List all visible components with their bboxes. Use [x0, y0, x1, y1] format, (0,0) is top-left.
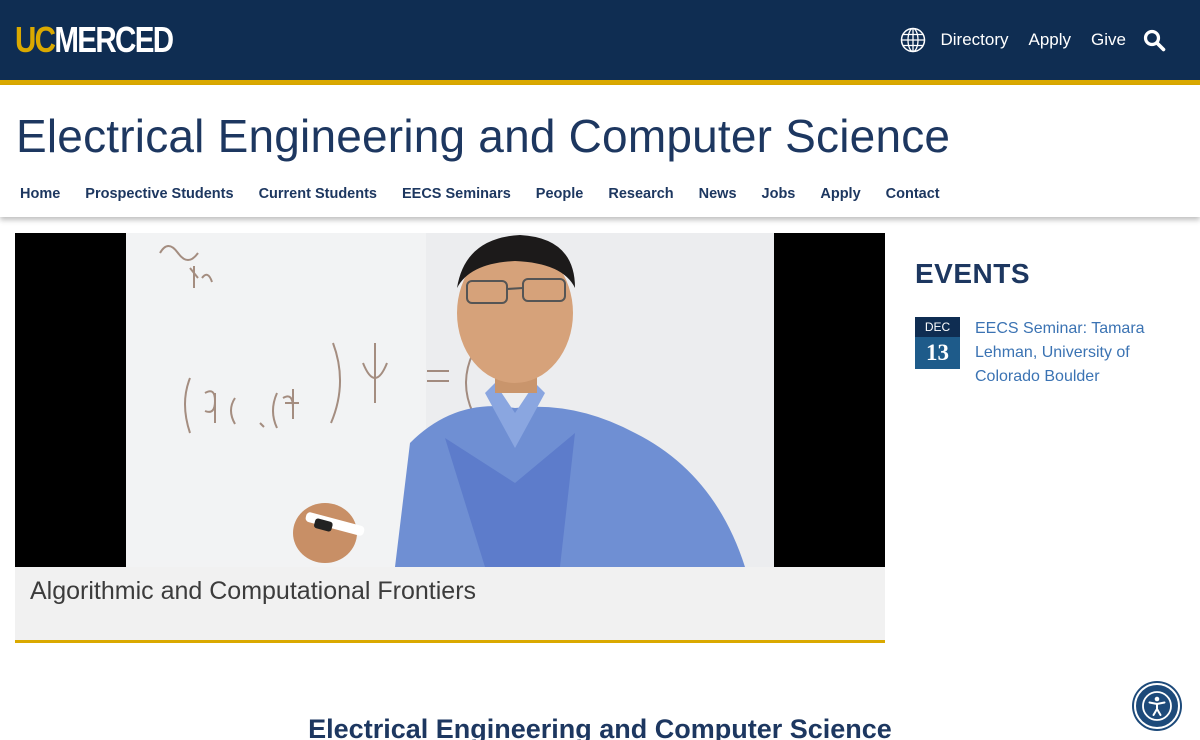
event-title-link[interactable]: EECS Seminar: Tamara Lehman, University … — [975, 317, 1185, 389]
content-heading: Electrical Engineering and Computer Scie… — [308, 714, 892, 740]
apply-link[interactable]: Apply — [1029, 30, 1072, 50]
nav-item-news[interactable]: News — [699, 186, 737, 202]
accessibility-button[interactable] — [1134, 683, 1180, 729]
utility-nav: Directory Apply Give — [900, 0, 1200, 80]
search-icon[interactable] — [1142, 28, 1166, 52]
logo-merced: MERCED — [54, 19, 174, 60]
top-bar: UC MERCED Directory Apply Give — [0, 0, 1200, 80]
accessibility-icon — [1142, 691, 1172, 721]
hero-caption[interactable]: Algorithmic and Computational Frontiers — [15, 567, 885, 640]
nav-item-people[interactable]: People — [536, 186, 584, 202]
site-title[interactable]: Electrical Engineering and Computer Scie… — [16, 109, 950, 163]
hero-photo — [15, 233, 885, 567]
ucmerced-logo[interactable]: UC MERCED — [15, 19, 174, 60]
hero-caption-text[interactable]: Algorithmic and Computational Frontiers — [30, 577, 476, 606]
nav-item-research[interactable]: Research — [608, 186, 673, 202]
main-nav: Home Prospective Students Current Studen… — [20, 186, 965, 202]
logo-uc: UC — [15, 19, 56, 60]
event-date-badge: DEC 13 — [915, 317, 960, 369]
nav-item-home[interactable]: Home — [20, 186, 60, 202]
directory-link[interactable]: Directory — [940, 30, 1008, 50]
globe-icon[interactable] — [900, 27, 926, 53]
nav-item-current-students[interactable]: Current Students — [259, 186, 377, 202]
nav-item-eecs-seminars[interactable]: EECS Seminars — [402, 186, 511, 202]
hero-caption-rule — [15, 640, 885, 643]
event-day: 13 — [915, 337, 960, 369]
event-month: DEC — [915, 317, 960, 337]
hero-slideshow[interactable] — [15, 233, 885, 567]
event-item[interactable]: DEC 13 EECS Seminar: Tamara Lehman, Univ… — [915, 317, 1185, 397]
nav-item-prospective-students[interactable]: Prospective Students — [85, 186, 233, 202]
events-title: EVENTS — [915, 258, 1031, 289]
nav-item-jobs[interactable]: Jobs — [762, 186, 796, 202]
give-link[interactable]: Give — [1091, 30, 1126, 50]
nav-item-contact[interactable]: Contact — [886, 186, 940, 202]
site-header: Electrical Engineering and Computer Scie… — [0, 85, 1200, 217]
nav-item-apply[interactable]: Apply — [820, 186, 860, 202]
